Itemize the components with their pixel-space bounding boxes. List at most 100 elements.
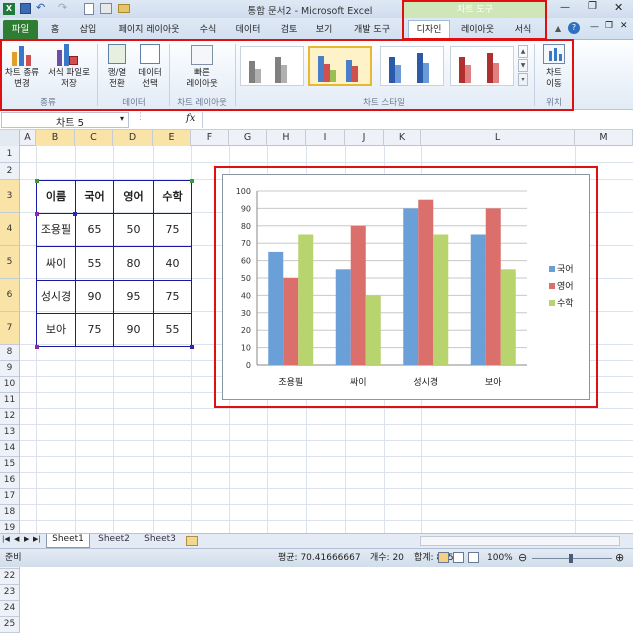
row-header-5[interactable]: 5 <box>0 246 20 279</box>
row-header-13[interactable]: 13 <box>0 425 20 441</box>
formula-input[interactable] <box>202 112 631 128</box>
table-cell[interactable]: 90 <box>75 280 114 314</box>
column-header-k[interactable]: K <box>384 130 421 146</box>
redo-icon[interactable]: ↷ <box>58 1 67 14</box>
row-header-10[interactable]: 10 <box>0 377 20 393</box>
name-box[interactable]: 차트 5 ▾ <box>1 112 129 129</box>
column-header-e[interactable]: E <box>153 130 191 146</box>
zoom-in-button[interactable]: ⊕ <box>615 549 624 567</box>
table-cell[interactable]: 조용필 <box>36 213 76 247</box>
column-header-g[interactable]: G <box>229 130 267 146</box>
tab-developer[interactable]: 개발 도구 <box>347 21 397 40</box>
row-header-6[interactable]: 6 <box>0 279 20 312</box>
first-sheet-icon[interactable]: |◀ <box>2 535 10 543</box>
range-highlight-handle[interactable] <box>73 212 77 216</box>
close-button[interactable]: ✕ <box>614 1 623 14</box>
table-cell[interactable]: 55 <box>153 313 192 347</box>
row-header-1[interactable]: 1 <box>0 146 20 163</box>
sheet-tab-3[interactable]: Sheet3 <box>138 534 182 548</box>
range-highlight-handle[interactable] <box>190 345 194 349</box>
tab-file[interactable]: 파일 <box>3 20 38 39</box>
table-header-cell[interactable]: 영어 <box>113 180 154 214</box>
table-cell[interactable]: 65 <box>75 213 114 247</box>
table-cell[interactable]: 보아 <box>36 313 76 347</box>
workbook-restore-button[interactable]: ❐ <box>605 21 613 31</box>
insert-function-button[interactable]: fx <box>186 113 195 124</box>
row-header-18[interactable]: 18 <box>0 505 20 521</box>
workbook-close-button[interactable]: ✕ <box>620 21 628 31</box>
tab-page-layout[interactable]: 페이지 레이아웃 <box>109 21 189 40</box>
zoom-level[interactable]: 100% <box>487 549 513 567</box>
range-highlight-handle[interactable] <box>35 345 39 349</box>
table-cell[interactable]: 80 <box>113 246 154 281</box>
zoom-out-button[interactable]: ⊖ <box>518 549 527 567</box>
page-layout-view-icon[interactable] <box>453 552 464 563</box>
tab-home[interactable]: 홈 <box>44 21 66 40</box>
restore-button[interactable]: ❐ <box>588 1 597 12</box>
prev-sheet-icon[interactable]: ◀ <box>14 535 19 543</box>
range-highlight-handle[interactable] <box>35 212 39 216</box>
column-header-m[interactable]: M <box>575 130 633 146</box>
column-header-f[interactable]: F <box>191 130 229 146</box>
table-cell[interactable]: 성시경 <box>36 280 76 314</box>
row-header-4[interactable]: 4 <box>0 213 20 246</box>
row-header-12[interactable]: 12 <box>0 409 20 425</box>
name-box-dropdown-icon[interactable]: ▾ <box>120 114 124 123</box>
column-header-j[interactable]: J <box>345 130 384 146</box>
row-header-16[interactable]: 16 <box>0 473 20 489</box>
row-header-8[interactable]: 8 <box>0 345 20 361</box>
row-header-23[interactable]: 23 <box>0 585 20 601</box>
insert-sheet-icon[interactable] <box>186 536 198 546</box>
row-header-17[interactable]: 17 <box>0 489 20 505</box>
minimize-ribbon-icon[interactable]: ▲ <box>555 24 561 33</box>
column-header-h[interactable]: H <box>267 130 306 146</box>
open-icon[interactable] <box>118 4 130 13</box>
tab-review[interactable]: 검토 <box>275 21 303 40</box>
table-cell[interactable]: 55 <box>75 246 114 281</box>
zoom-slider-thumb[interactable] <box>569 554 573 563</box>
column-header-a[interactable]: A <box>20 130 36 146</box>
table-header-cell[interactable]: 수학 <box>153 180 192 214</box>
table-cell[interactable]: 75 <box>153 280 192 314</box>
table-cell[interactable]: 75 <box>153 213 192 247</box>
save-icon[interactable] <box>20 3 31 14</box>
row-header-22[interactable]: 22 <box>0 569 20 585</box>
table-cell[interactable]: 50 <box>113 213 154 247</box>
row-header-3[interactable]: 3 <box>0 180 20 213</box>
tab-view[interactable]: 보기 <box>310 21 338 40</box>
table-cell[interactable]: 싸이 <box>36 246 76 281</box>
row-header-24[interactable]: 24 <box>0 601 20 617</box>
row-header-2[interactable]: 2 <box>0 163 20 180</box>
table-header-cell[interactable]: 이름 <box>36 180 76 214</box>
row-header-7[interactable]: 7 <box>0 312 20 345</box>
help-icon[interactable]: ? <box>568 22 580 34</box>
row-header-25[interactable]: 25 <box>0 617 20 633</box>
row-header-14[interactable]: 14 <box>0 441 20 457</box>
select-all-button[interactable] <box>0 130 20 146</box>
table-cell[interactable]: 95 <box>113 280 154 314</box>
tab-insert[interactable]: 삽입 <box>74 21 102 40</box>
range-highlight-handle[interactable] <box>190 179 194 183</box>
undo-icon[interactable]: ↶ <box>36 1 45 14</box>
row-header-15[interactable]: 15 <box>0 457 20 473</box>
row-header-9[interactable]: 9 <box>0 361 20 377</box>
horizontal-scrollbar[interactable] <box>420 536 620 546</box>
column-header-l[interactable]: L <box>421 130 575 146</box>
column-header-c[interactable]: C <box>75 130 113 146</box>
minimize-button[interactable]: — <box>560 2 570 13</box>
table-cell[interactable]: 75 <box>75 313 114 347</box>
page-break-view-icon[interactable] <box>468 552 479 563</box>
row-header-11[interactable]: 11 <box>0 393 20 409</box>
sheet-tab-1[interactable]: Sheet1 <box>46 534 90 548</box>
table-cell[interactable]: 40 <box>153 246 192 281</box>
table-header-cell[interactable]: 국어 <box>75 180 114 214</box>
workbook-minimize-button[interactable]: — <box>590 22 599 32</box>
column-header-i[interactable]: I <box>306 130 345 146</box>
tab-data[interactable]: 데이터 <box>229 21 267 40</box>
range-highlight-handle[interactable] <box>35 179 39 183</box>
print-preview-icon[interactable] <box>84 3 94 15</box>
tab-formulas[interactable]: 수식 <box>195 21 221 40</box>
normal-view-icon[interactable] <box>438 552 449 563</box>
next-sheet-icon[interactable]: ▶ <box>24 535 29 543</box>
table-cell[interactable]: 90 <box>113 313 154 347</box>
